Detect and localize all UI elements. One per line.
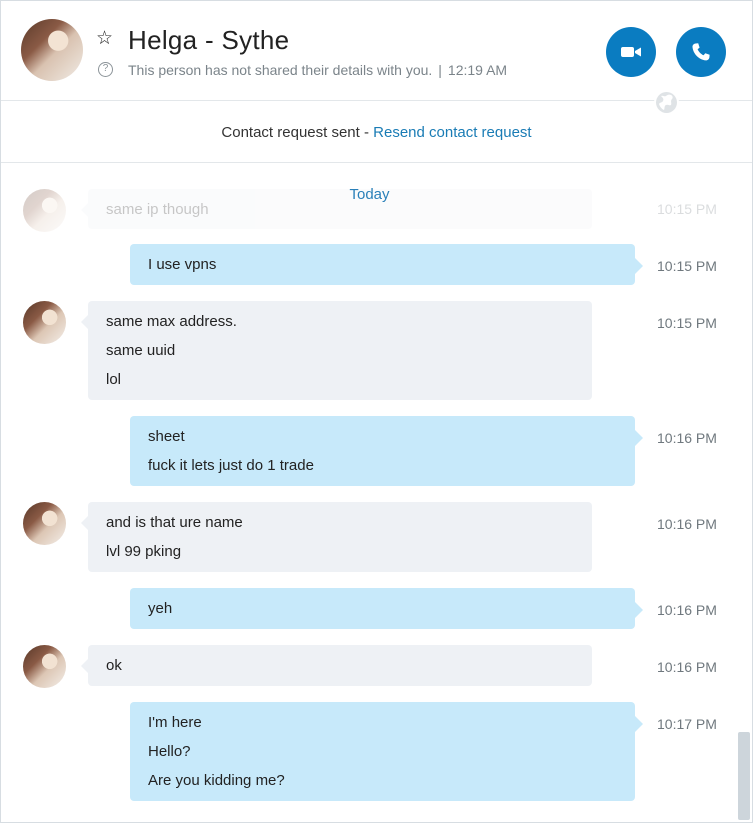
message-time: 10:16 PM (657, 430, 717, 446)
phone-icon (692, 43, 710, 61)
chat-window: ☆ Helga - Sythe ? This person has not sh… (0, 0, 753, 823)
sender-avatar[interactable] (23, 301, 66, 344)
sender-avatar[interactable] (23, 502, 66, 545)
message-text: lvl 99 pking (106, 543, 182, 560)
day-divider: Today (349, 186, 390, 203)
message-time: 10:16 PM (657, 659, 717, 675)
conversation-header: ☆ Helga - Sythe ? This person has not sh… (1, 1, 752, 115)
local-time: 12:19 AM (447, 62, 508, 78)
message-bubble-outgoing[interactable]: I use vpns (130, 244, 643, 285)
message-text: sheet (148, 428, 185, 445)
message-time: 10:17 PM (657, 716, 717, 732)
message-time: 10:15 PM (657, 201, 717, 217)
message-list[interactable]: Today same ip though 10:15 PM I use vpns… (1, 164, 752, 822)
message-text: and is that ure name (106, 514, 243, 531)
message-bubble-incoming[interactable]: and is that ure name lvl 99 pking (81, 502, 592, 572)
star-outline-icon[interactable]: ☆ (96, 29, 116, 49)
message-bubble-outgoing[interactable]: sheet fuck it lets just do 1 trade (130, 416, 643, 486)
message-text: lol (106, 371, 122, 388)
message-text: fuck it lets just do 1 trade (148, 457, 314, 474)
message-bubble-incoming[interactable]: same max address. same uuid lol (81, 301, 592, 400)
message-text: yeh (148, 600, 173, 617)
message-text: I'm here (148, 714, 202, 731)
contact-request-status: Contact request sent - (221, 124, 374, 141)
message-time: 10:16 PM (657, 602, 717, 618)
message-bubble-outgoing[interactable]: yeh (130, 588, 643, 629)
message-text: ok (106, 657, 122, 674)
contact-name[interactable]: Helga - Sythe (128, 25, 289, 56)
message-bubble-incoming[interactable]: ok (81, 645, 592, 686)
message-text: Hello? (148, 743, 191, 760)
scrollbar-thumb[interactable] (738, 732, 750, 820)
privacy-status-text: This person has not shared their details… (128, 62, 433, 78)
audio-call-button[interactable] (676, 27, 726, 77)
contact-request-bar: Contact request sent - Resend contact re… (1, 102, 752, 163)
message-time: 10:16 PM (657, 516, 717, 532)
question-circle-icon[interactable]: ? (98, 62, 113, 77)
message-text: I use vpns (148, 256, 217, 273)
message-time: 10:15 PM (657, 315, 717, 331)
resend-contact-request-link[interactable]: Resend contact request (373, 124, 531, 141)
subtitle-separator: | (438, 62, 442, 78)
video-camera-icon (621, 47, 641, 57)
message-text: same uuid (106, 342, 176, 359)
message-time: 10:15 PM (657, 258, 717, 274)
contact-avatar[interactable] (21, 19, 83, 81)
message-text: same max address. (106, 313, 237, 330)
sender-avatar[interactable] (23, 645, 66, 688)
message-text: Are you kidding me? (148, 772, 285, 789)
contact-subtitle: This person has not shared their details… (128, 62, 507, 78)
video-call-button[interactable] (606, 27, 656, 77)
message-bubble-outgoing[interactable]: I'm here Hello? Are you kidding me? (130, 702, 643, 801)
